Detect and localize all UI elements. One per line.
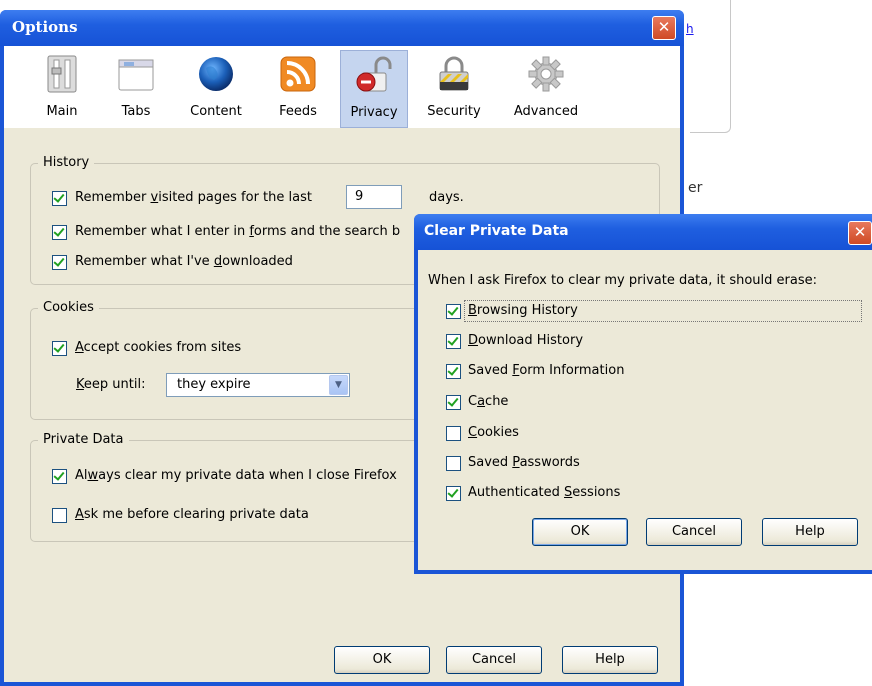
cpd-close-button[interactable]: ✕ — [848, 221, 872, 245]
tab-main[interactable]: Main — [30, 50, 94, 126]
cpd-download-history-label: Download History — [468, 333, 584, 348]
main-switch-icon — [42, 54, 82, 94]
tab-privacy-label: Privacy — [350, 105, 398, 120]
remember-visited-checkbox[interactable] — [52, 191, 67, 206]
ask-before-clearing-label: Ask me before clearing private data — [75, 507, 309, 522]
background-link[interactable]: h — [686, 22, 694, 36]
keep-until-select[interactable]: they expire ▼ — [166, 373, 350, 397]
background-text: er — [688, 180, 703, 196]
history-group-title: History — [38, 155, 95, 170]
tab-content-label: Content — [190, 104, 242, 119]
cpd-cancel-button[interactable]: Cancel — [646, 518, 742, 546]
always-clear-label: Always clear my private data when I clos… — [75, 468, 397, 483]
tab-tabs-label: Tabs — [121, 104, 151, 119]
options-close-button[interactable]: ✕ — [652, 16, 676, 40]
gear-icon — [526, 54, 566, 94]
cpd-cookies-label: Cookies — [468, 425, 519, 440]
options-help-button[interactable]: Help — [562, 646, 658, 674]
options-cancel-button[interactable]: Cancel — [446, 646, 542, 674]
always-clear-checkbox[interactable] — [52, 469, 67, 484]
remember-visited-label: Remember visited pages for the last — [75, 190, 312, 205]
cpd-ok-button[interactable]: OK — [532, 518, 628, 546]
cpd-browsing-history-checkbox[interactable] — [446, 304, 461, 319]
accept-cookies-label: Accept cookies from sites — [75, 340, 242, 355]
cpd-cache-checkbox[interactable] — [446, 395, 461, 410]
cpd-cookies-checkbox[interactable] — [446, 426, 461, 441]
cpd-body: When I ask Firefox to clear my private d… — [418, 250, 872, 570]
cpd-browsing-history-label: Browsing History — [468, 303, 578, 318]
cpd-form-info-checkbox[interactable] — [446, 364, 461, 379]
options-toolbar: Main Tabs Content Feeds Privacy Security… — [4, 46, 680, 129]
tab-advanced-label: Advanced — [513, 104, 579, 119]
options-title: Options — [12, 18, 78, 36]
cpd-sessions-label: Authenticated Sessions — [468, 485, 621, 500]
history-days-input[interactable]: 9 — [346, 185, 402, 209]
history-days-label: days. — [429, 190, 464, 205]
tab-feeds-label: Feeds — [279, 104, 317, 119]
tab-privacy[interactable]: Privacy — [340, 50, 408, 128]
tab-security[interactable]: Security — [422, 50, 486, 126]
tab-tabs[interactable]: Tabs — [104, 50, 168, 126]
accept-cookies-checkbox[interactable] — [52, 341, 67, 356]
clear-private-data-dialog: Clear Private Data ✕ When I ask Firefox … — [414, 214, 872, 574]
close-icon: ✕ — [657, 18, 671, 36]
cpd-passwords-label: Saved Passwords — [468, 455, 580, 470]
keep-until-value: they expire — [177, 377, 251, 392]
chevron-down-icon[interactable]: ▼ — [329, 375, 348, 395]
cpd-cache-label: Cache — [468, 394, 509, 409]
tab-feeds[interactable]: Feeds — [266, 50, 330, 126]
close-icon: ✕ — [853, 223, 867, 241]
private-data-group-title: Private Data — [38, 432, 129, 447]
remember-forms-label: Remember what I enter in forms and the s… — [75, 224, 401, 239]
cpd-passwords-checkbox[interactable] — [446, 456, 461, 471]
cpd-form-info-label: Saved Form Information — [468, 363, 625, 378]
ask-before-clearing-checkbox[interactable] — [52, 508, 67, 523]
remember-forms-checkbox[interactable] — [52, 225, 67, 240]
background-page-panel — [690, 0, 731, 133]
padlock-open-icon — [354, 55, 394, 95]
cpd-download-history-checkbox[interactable] — [446, 334, 461, 349]
padlock-closed-icon — [434, 54, 474, 94]
cpd-titlebar: Clear Private Data ✕ — [414, 214, 872, 250]
cpd-title: Clear Private Data — [424, 223, 569, 239]
keep-until-label: Keep until: — [76, 377, 146, 392]
tab-security-label: Security — [427, 104, 481, 119]
tab-content[interactable]: Content — [184, 50, 248, 126]
cpd-prompt: When I ask Firefox to clear my private d… — [428, 273, 818, 288]
rss-feed-icon — [278, 54, 318, 94]
remember-downloads-checkbox[interactable] — [52, 255, 67, 270]
tab-advanced[interactable]: Advanced — [506, 50, 586, 126]
cookies-group-title: Cookies — [38, 300, 99, 315]
tab-main-label: Main — [46, 104, 78, 119]
tabs-window-icon — [116, 54, 156, 94]
cpd-sessions-checkbox[interactable] — [446, 486, 461, 501]
remember-downloads-label: Remember what I've downloaded — [75, 254, 293, 269]
options-ok-button[interactable]: OK — [334, 646, 430, 674]
globe-icon — [196, 54, 236, 94]
options-titlebar: Options ✕ — [0, 10, 684, 46]
cpd-help-button[interactable]: Help — [762, 518, 858, 546]
